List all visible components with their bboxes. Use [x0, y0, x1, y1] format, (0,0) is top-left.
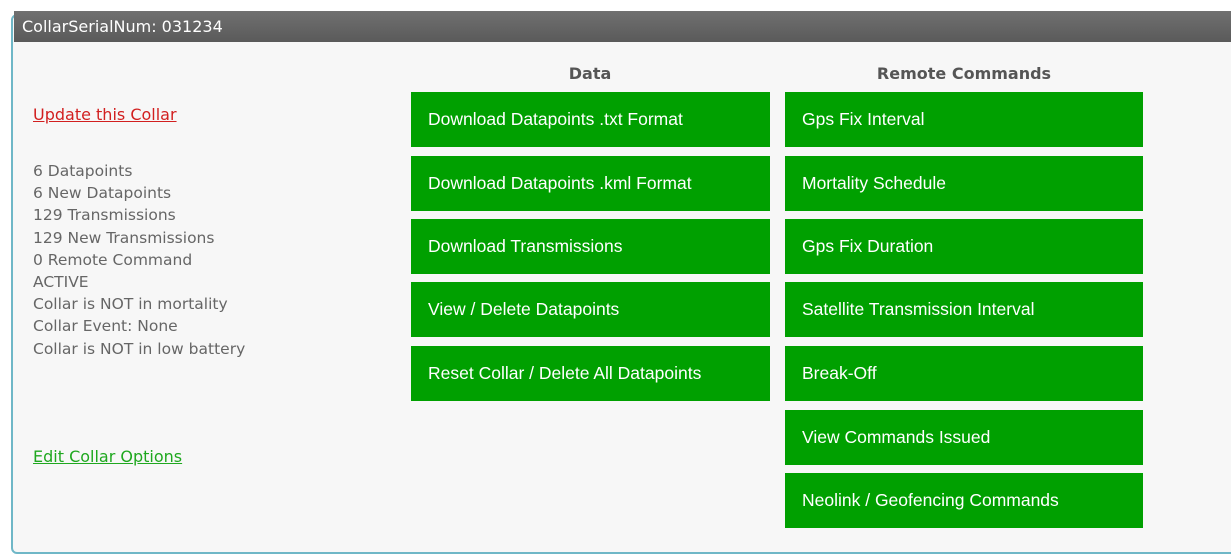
download-datapoints-kml-button[interactable]: Download Datapoints .kml Format	[411, 156, 770, 211]
data-column-heading: Data	[568, 64, 612, 83]
reset-collar-button[interactable]: Reset Collar / Delete All Datapoints	[411, 346, 770, 401]
gps-fix-duration-button[interactable]: Gps Fix Duration	[785, 219, 1143, 274]
download-transmissions-button[interactable]: Download Transmissions	[411, 219, 770, 274]
collar-stats-list: 6 Datapoints 6 New Datapoints 129 Transm…	[33, 160, 245, 360]
break-off-button[interactable]: Break-Off	[785, 346, 1143, 401]
stat-active-status: ACTIVE	[33, 273, 89, 292]
download-datapoints-txt-button[interactable]: Download Datapoints .txt Format	[411, 92, 770, 147]
update-collar-link[interactable]: Update this Collar	[33, 105, 177, 124]
remote-commands-heading: Remote Commands	[876, 64, 1052, 83]
stat-remote-commands: 0 Remote Command	[33, 250, 193, 269]
collar-title-bar: CollarSerialNum: 031234	[14, 11, 1231, 42]
gps-fix-interval-button[interactable]: Gps Fix Interval	[785, 92, 1143, 147]
view-delete-datapoints-button[interactable]: View / Delete Datapoints	[411, 282, 770, 337]
stat-battery-status: Collar is NOT in low battery	[33, 339, 246, 358]
stat-datapoints: 6 Datapoints	[33, 162, 133, 180]
neolink-geofencing-commands-button[interactable]: Neolink / Geofencing Commands	[785, 473, 1143, 528]
satellite-transmission-interval-button[interactable]: Satellite Transmission Interval	[785, 282, 1143, 337]
view-commands-issued-button[interactable]: View Commands Issued	[785, 410, 1143, 465]
stat-new-datapoints: 6 New Datapoints	[33, 184, 172, 203]
stat-new-transmissions: 129 New Transmissions	[33, 228, 215, 247]
stat-collar-event: Collar Event: None	[33, 317, 178, 336]
stat-transmissions: 129 Transmissions	[33, 206, 176, 225]
edit-collar-options-link[interactable]: Edit Collar Options	[33, 447, 182, 466]
stat-mortality-status: Collar is NOT in mortality	[33, 295, 228, 314]
collar-serial-title: CollarSerialNum: 031234	[22, 17, 223, 36]
mortality-schedule-button[interactable]: Mortality Schedule	[785, 156, 1143, 211]
